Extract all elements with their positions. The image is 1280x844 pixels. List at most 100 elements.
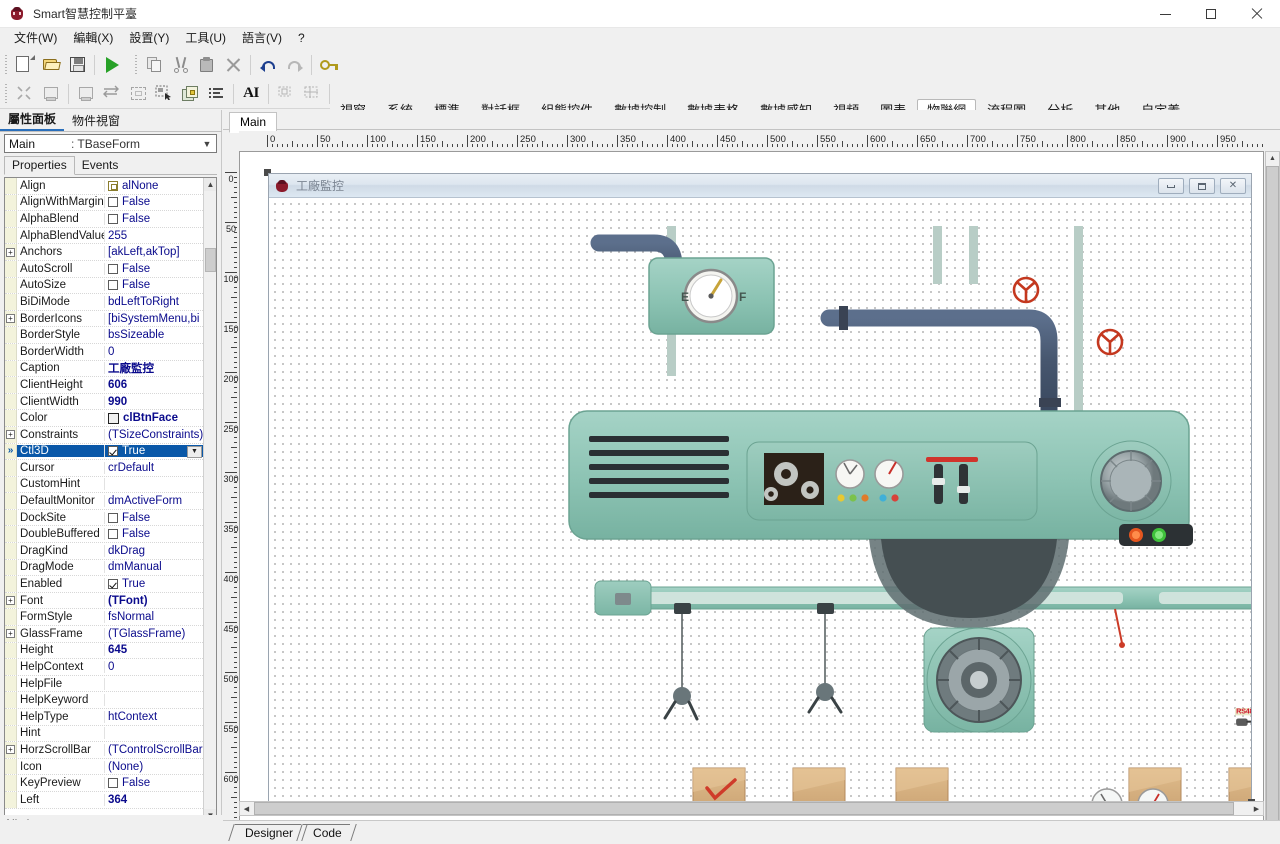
property-checkbox[interactable] [108, 579, 118, 590]
scroll-left-arrow[interactable]: ◀ [240, 802, 253, 815]
property-value[interactable]: False [105, 263, 203, 275]
property-value[interactable]: bsSizeable [105, 329, 203, 341]
rs485-component-instance[interactable]: RS485 [1234, 708, 1251, 734]
property-value[interactable]: fsNormal [105, 611, 203, 623]
open-file-button[interactable] [39, 53, 63, 77]
property-row-font[interactable]: + Font (TFont) [5, 592, 203, 610]
property-value[interactable]: False [105, 279, 203, 291]
property-value[interactable]: 0 [105, 661, 203, 673]
property-checkbox[interactable] [108, 529, 118, 540]
property-value[interactable]: True [105, 578, 203, 590]
property-value[interactable]: crDefault [105, 462, 203, 474]
align-box-button[interactable] [274, 82, 298, 106]
tab-object-inspector[interactable]: 屬性面板 [0, 110, 65, 131]
property-value[interactable]: 255 [105, 230, 203, 242]
property-value[interactable]: (TFont) [105, 595, 203, 607]
expand-icon[interactable]: + [6, 430, 15, 440]
save-file-button[interactable] [65, 53, 89, 77]
form-maximize-icon[interactable] [1189, 178, 1215, 194]
property-checkbox[interactable] [108, 280, 118, 291]
property-row-left[interactable]: Left 364 [5, 791, 203, 809]
property-row-bordericons[interactable]: + BorderIcons [biSystemMenu,bi [5, 310, 203, 328]
menu-language[interactable]: 語言(V) [234, 29, 290, 48]
property-value[interactable]: bdLeftToRight [105, 296, 203, 308]
property-value[interactable]: 工廠監控 [105, 360, 203, 376]
property-row-formstyle[interactable]: FormStyle fsNormal [5, 609, 203, 627]
close-button[interactable] [1234, 0, 1280, 28]
shrink-button[interactable] [13, 82, 37, 106]
property-value[interactable]: False [105, 777, 203, 789]
new-file-button[interactable] [13, 53, 37, 77]
property-checkbox[interactable] [108, 263, 118, 274]
form-minimize-icon[interactable] [1158, 178, 1184, 194]
property-row-helpcontext[interactable]: HelpContext 0 [5, 659, 203, 676]
property-row-keypreview[interactable]: KeyPreview False [5, 775, 203, 792]
property-value[interactable]: 0 [105, 346, 203, 358]
paste-button[interactable] [195, 53, 219, 77]
property-row-borderstyle[interactable]: BorderStyle bsSizeable [5, 327, 203, 344]
property-row-docksite[interactable]: DockSite False [5, 509, 203, 527]
property-row-autoscroll[interactable]: AutoScroll False [5, 260, 203, 278]
property-color-swatch[interactable] [108, 412, 119, 424]
property-row-clientwidth[interactable]: ClientWidth 990 [5, 393, 203, 411]
property-row-alphablendvalue[interactable]: AlphaBlendValue 255 [5, 227, 203, 245]
canvas-horizontal-scrollbar[interactable]: ◀ ▶ [239, 801, 1264, 816]
scroll-right-arrow[interactable]: ▶ [1250, 802, 1263, 815]
toolbar-grip[interactable] [3, 54, 10, 76]
select-all-button[interactable] [152, 82, 176, 106]
property-value[interactable]: alNone [105, 180, 203, 192]
property-value[interactable]: 645 [105, 644, 203, 656]
property-value[interactable]: False [105, 528, 203, 540]
duplicate-button[interactable] [39, 82, 63, 106]
property-checkbox[interactable] [108, 213, 118, 224]
delete-button[interactable] [221, 53, 245, 77]
expand-icon[interactable]: + [6, 247, 15, 257]
property-row-doublebuffered[interactable]: DoubleBuffered False [5, 526, 203, 544]
redo-button[interactable] [282, 53, 306, 77]
scroll-up-arrow[interactable]: ▲ [204, 178, 216, 191]
property-dropdown-arrow-icon[interactable]: ▼ [187, 445, 202, 458]
property-value[interactable]: False [105, 512, 203, 524]
property-row-ctl3d[interactable]: » Ctl3D True ▼ [5, 443, 203, 461]
maximize-button[interactable] [1188, 0, 1234, 28]
vscroll-thumb[interactable] [1266, 166, 1279, 844]
property-value[interactable]: 606 [105, 379, 203, 391]
property-row-alignwithmargins[interactable]: AlignWithMargins False [5, 194, 203, 212]
expand-icon[interactable]: + [6, 745, 15, 755]
property-checkbox[interactable] [108, 197, 118, 208]
property-row-clientheight[interactable]: ClientHeight 606 [5, 377, 203, 394]
property-row-height[interactable]: Height 645 [5, 642, 203, 660]
distribute-button[interactable] [100, 82, 124, 106]
property-checkbox[interactable] [108, 778, 118, 789]
undo-button[interactable] [256, 53, 280, 77]
property-checkbox[interactable] [108, 446, 118, 457]
property-value[interactable]: (TGlassFrame) [105, 628, 203, 640]
property-row-anchors[interactable]: + Anchors [akLeft,akTop] [5, 244, 203, 261]
property-row-horzscrollbar[interactable]: + HorzScrollBar (TControlScrollBar [5, 742, 203, 759]
menu-help[interactable]: ? [290, 29, 313, 48]
property-value[interactable]: dkDrag [105, 545, 203, 557]
select-box-button[interactable] [126, 82, 150, 106]
scroll-up-arrow-canvas[interactable]: ▲ [1266, 152, 1279, 165]
expand-icon[interactable]: + [6, 596, 15, 606]
tab-properties[interactable]: Properties [4, 156, 75, 175]
design-canvas[interactable]: 工廠監控 ✕ E F RS4 [239, 151, 1264, 844]
property-value[interactable]: (TControlScrollBar [105, 744, 203, 756]
canvas-vertical-scrollbar[interactable]: ▲ ▼ [1265, 151, 1280, 844]
toolbar-grip-3[interactable] [3, 83, 10, 105]
property-row-alphablend[interactable]: AlphaBlend False [5, 211, 203, 228]
property-row-borderwidth[interactable]: BorderWidth 0 [5, 343, 203, 361]
property-row-dragmode[interactable]: DragMode dmManual [5, 559, 203, 577]
property-value[interactable]: htContext [105, 711, 203, 723]
property-row-align[interactable]: Align alNone [5, 178, 203, 195]
property-row-customhint[interactable]: CustomHint [5, 476, 203, 494]
font-button[interactable]: AI [239, 82, 263, 106]
property-row-caption[interactable]: Caption 工廠監控 [5, 360, 203, 378]
cut-button[interactable] [169, 53, 193, 77]
object-selector-combo[interactable]: Main : TBaseForm ▼ [4, 134, 217, 153]
tab-object-treeview[interactable]: 物件視窗 [64, 112, 128, 131]
license-button[interactable] [317, 53, 341, 77]
chevron-down-icon[interactable]: ▼ [199, 136, 215, 151]
design-form-window[interactable]: 工廠監控 ✕ E F RS4 [268, 173, 1252, 803]
tab-designer[interactable]: Designer [228, 824, 308, 841]
